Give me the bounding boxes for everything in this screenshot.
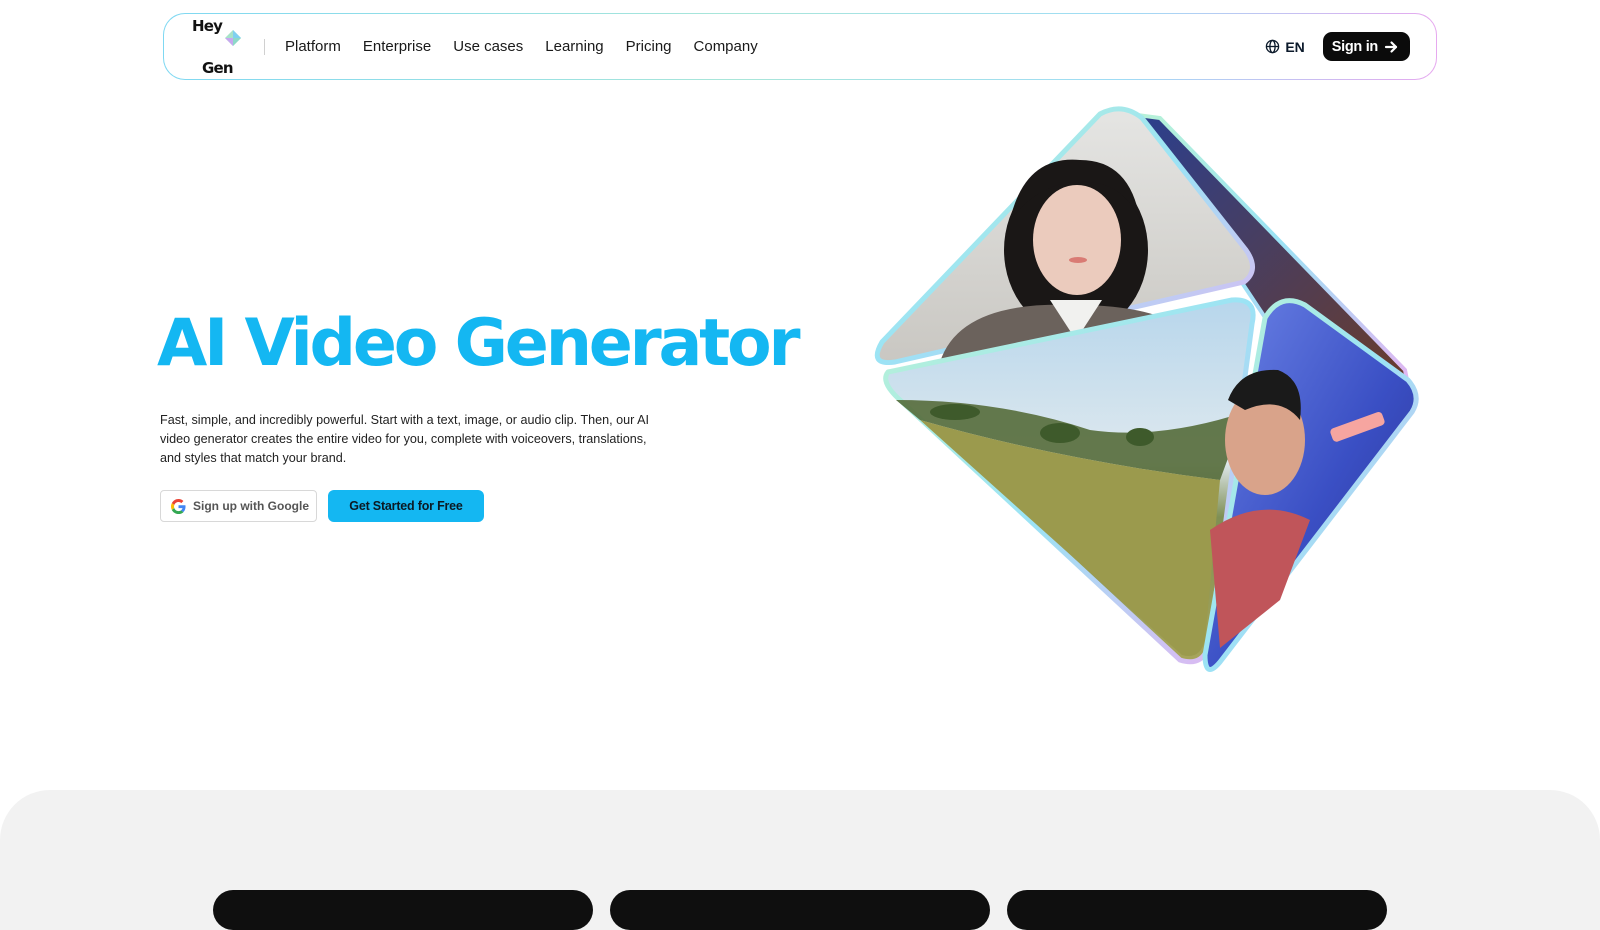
landscape-meadow-face — [883, 297, 1256, 665]
google-icon — [171, 498, 186, 514]
nav-right: EN Sign in — [1265, 32, 1410, 61]
get-started-button[interactable]: Get Started for Free — [328, 490, 484, 522]
hero-title: AI Video Generator — [157, 306, 801, 381]
sign-in-label: Sign in — [1331, 38, 1379, 55]
sign-in-button[interactable]: Sign in — [1322, 32, 1410, 61]
globe-icon — [1266, 39, 1280, 54]
feature-card-1[interactable] — [213, 890, 593, 930]
top-navbar: Hey Gen Platform Enterprise Use cases Le… — [163, 13, 1437, 80]
language-selector[interactable]: EN — [1265, 38, 1305, 55]
logo-line-2: Gen — [202, 58, 234, 77]
hero-octahedron-visual — [874, 106, 1419, 672]
nav-link-enterprise[interactable]: Enterprise — [352, 38, 442, 55]
nav-link-company[interactable]: Company — [683, 38, 769, 55]
nav-link-use-cases[interactable]: Use cases — [442, 38, 534, 55]
feature-card-2[interactable] — [610, 890, 990, 930]
nav-link-learning[interactable]: Learning — [534, 38, 614, 55]
google-signup-button[interactable]: Sign up with Google — [160, 490, 317, 522]
arrow-right-icon — [1384, 40, 1398, 53]
get-started-label: Get Started for Free — [349, 499, 463, 513]
logo-wordmark: Hey Gen — [192, 0, 236, 103]
language-label: EN — [1285, 38, 1305, 55]
nav-links: Platform Enterprise Use cases Learning P… — [285, 38, 769, 55]
heygen-logo[interactable]: Hey Gen — [192, 18, 244, 75]
nav-divider — [264, 38, 265, 55]
nav-link-platform[interactable]: Platform — [285, 38, 352, 55]
feature-card-3[interactable] — [1007, 890, 1387, 930]
hero-description: Fast, simple, and incredibly powerful. S… — [160, 413, 650, 465]
logo-gem-icon — [225, 29, 241, 46]
navbar-inner: Hey Gen Platform Enterprise Use cases Le… — [164, 14, 1436, 79]
google-signup-label: Sign up with Google — [193, 499, 309, 513]
nav-link-pricing[interactable]: Pricing — [615, 38, 683, 55]
